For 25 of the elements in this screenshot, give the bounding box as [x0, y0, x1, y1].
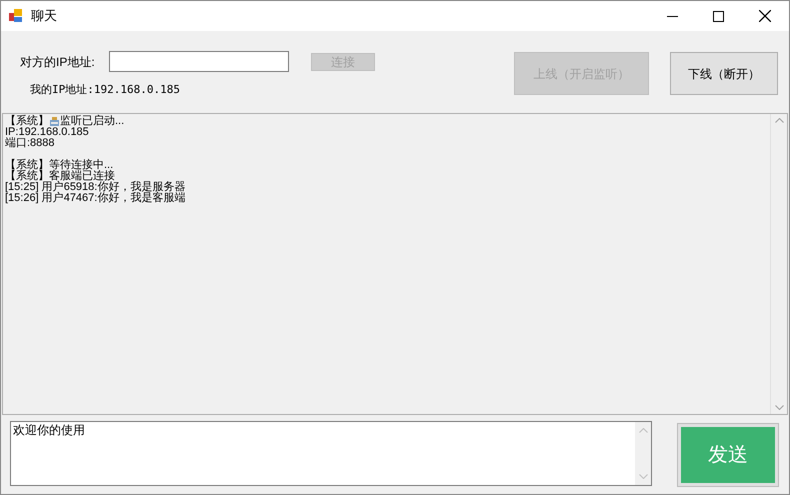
- log-line: IP:192.168.0.185: [5, 127, 89, 138]
- peer-ip-label: 对方的IP地址:: [20, 54, 96, 70]
- log-line: 端口:8888: [5, 138, 55, 149]
- ip-input-field[interactable]: [109, 51, 289, 72]
- app-icon: [9, 9, 23, 23]
- scrollbar[interactable]: [770, 114, 787, 414]
- log-prefix: 【系统】: [5, 116, 49, 127]
- log-line: 【系统】客服端已连接: [5, 171, 115, 182]
- broadcast-icon: [49, 116, 60, 126]
- log-line: [15:26] 用户47467:你好，我是客服端: [5, 193, 186, 204]
- scroll-down-icon[interactable]: [638, 474, 648, 479]
- scroll-up-icon[interactable]: [638, 428, 648, 433]
- send-button[interactable]: 发送: [678, 424, 778, 486]
- scroll-up-icon[interactable]: [774, 118, 784, 123]
- offline-button[interactable]: 下线（断开）: [670, 52, 778, 95]
- scroll-down-icon[interactable]: [774, 405, 784, 410]
- window-title: 聊天: [31, 7, 57, 26]
- message-text: 欢迎你的使用: [12, 422, 86, 439]
- log-line: [15:25] 用户65918:你好，我是服务器: [5, 182, 186, 193]
- close-icon[interactable]: [759, 10, 771, 22]
- log-line: 监听已启动...: [60, 116, 124, 127]
- log-line: 【系统】等待连接中...: [5, 160, 114, 171]
- maximize-icon[interactable]: [713, 10, 724, 22]
- message-field[interactable]: 欢迎你的使用: [10, 421, 652, 486]
- my-ip-label: 我的IP地址:192.168.0.185: [30, 82, 181, 98]
